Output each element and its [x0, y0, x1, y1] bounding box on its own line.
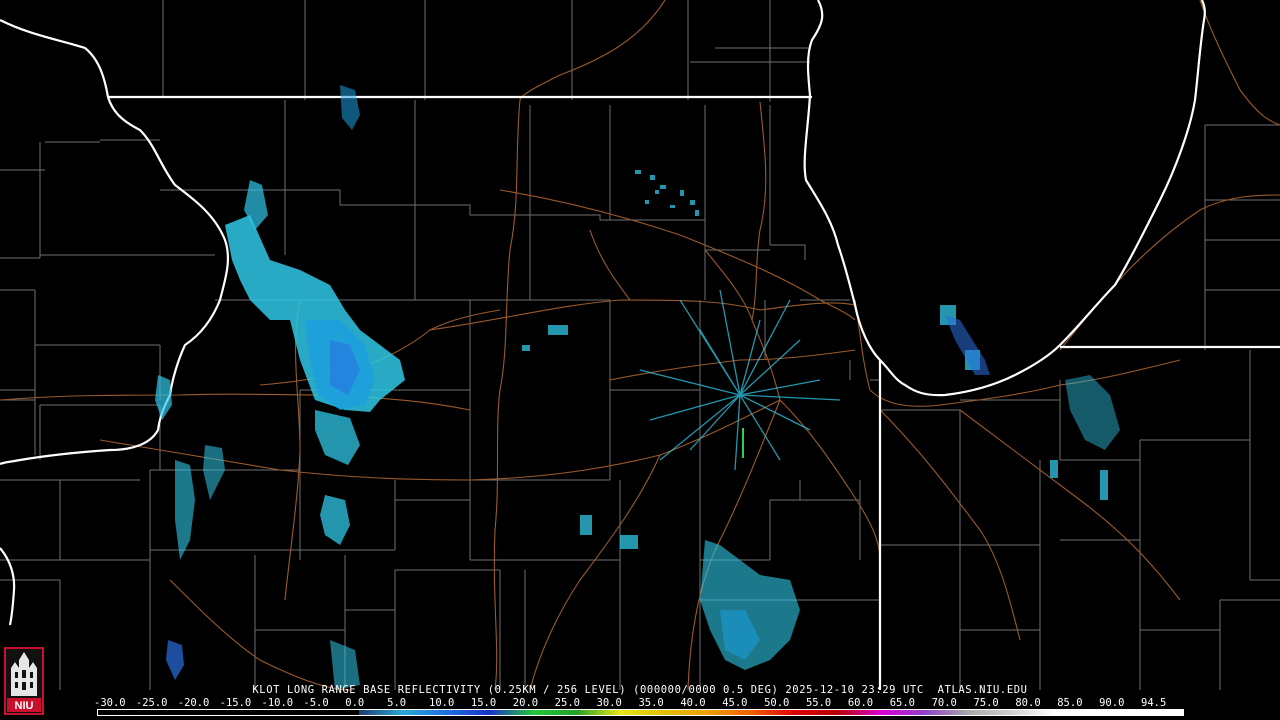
colorscale-segment: [141, 710, 186, 715]
colorscale-label: 20.0: [512, 697, 539, 709]
colorscale-label: 5.0: [387, 697, 407, 709]
colorscale-label: 45.0: [722, 697, 748, 709]
colorscale-segment: [489, 710, 534, 715]
colorscale-label: 75.0: [973, 697, 999, 709]
colorscale-segment: [1011, 710, 1056, 715]
colorscale-label: 10.0: [429, 697, 455, 709]
colorscale-label: -5.0: [303, 697, 329, 709]
colorscale-segment: [706, 710, 752, 715]
colorscale-label: -10.0: [261, 697, 294, 709]
colorscale-segment: [967, 710, 1013, 715]
colorscale-label: 15.0: [470, 697, 497, 709]
colorscale-bar: [97, 709, 1184, 716]
colorscale-segment: [402, 710, 447, 715]
colorscale-labels: -30.0 -25.0 -20.0 -15.0 -10.0 -5.0 0.0 5.0 10.0 1…: [94, 697, 1194, 709]
colorscale-segment: [793, 710, 839, 715]
colorscale-segment: [532, 710, 578, 715]
niu-tower-icon: NIU: [4, 647, 44, 715]
colorscale-label: -25.0: [135, 697, 168, 709]
colorscale-segment: [619, 710, 665, 715]
colorscale-segment: [358, 710, 404, 715]
colorscale-label: 25.0: [554, 697, 580, 709]
colorscale-segment: [315, 710, 360, 715]
logo-text: NIU: [15, 700, 34, 712]
radar-map: [0, 0, 1280, 720]
product-caption: KLOT LONG RANGE BASE REFLECTIVITY (0.25K…: [252, 684, 1028, 696]
colorscale-label: 70.0: [931, 697, 957, 709]
colorscale-label: 85.0: [1057, 697, 1083, 709]
colorscale-segment: [445, 710, 491, 715]
colorscale-label: 40.0: [680, 697, 706, 709]
colorscale-segment: [837, 710, 882, 715]
colorscale-label: 50.0: [764, 697, 790, 709]
colorscale-segment: [750, 710, 795, 715]
colorscale-label: 60.0: [847, 697, 874, 709]
colorscale-segment: [271, 710, 317, 715]
colorscale-label: -30.0: [94, 697, 126, 709]
colorscale-segment: [1054, 710, 1100, 715]
colorscale-label: 30.0: [596, 697, 622, 709]
colorscale-label: 35.0: [638, 697, 664, 709]
colorscale-label: -20.0: [177, 697, 210, 709]
colorscale-label: 90.0: [1099, 697, 1125, 709]
colorscale-label: 80.0: [1015, 697, 1041, 709]
colorscale-label: 94.5: [1141, 697, 1167, 709]
colorscale-segment: [228, 710, 273, 715]
niu-logo: NIU: [3, 646, 45, 716]
colorscale-label: 0.0: [345, 697, 365, 709]
colorscale-segment: [880, 710, 926, 715]
colorscale-segment: [184, 710, 230, 715]
colorscale-label: 65.0: [889, 697, 916, 709]
colorscale-label: 55.0: [805, 697, 832, 709]
colorscale-segment: [1098, 710, 1143, 715]
colorscale-segment: [924, 710, 969, 715]
colorscale-label: -15.0: [219, 697, 252, 709]
colorscale-segment: [576, 710, 621, 715]
colorscale-segment: [98, 710, 143, 715]
colorscale-segment: [663, 710, 708, 715]
colorscale-segment: [1141, 710, 1183, 715]
